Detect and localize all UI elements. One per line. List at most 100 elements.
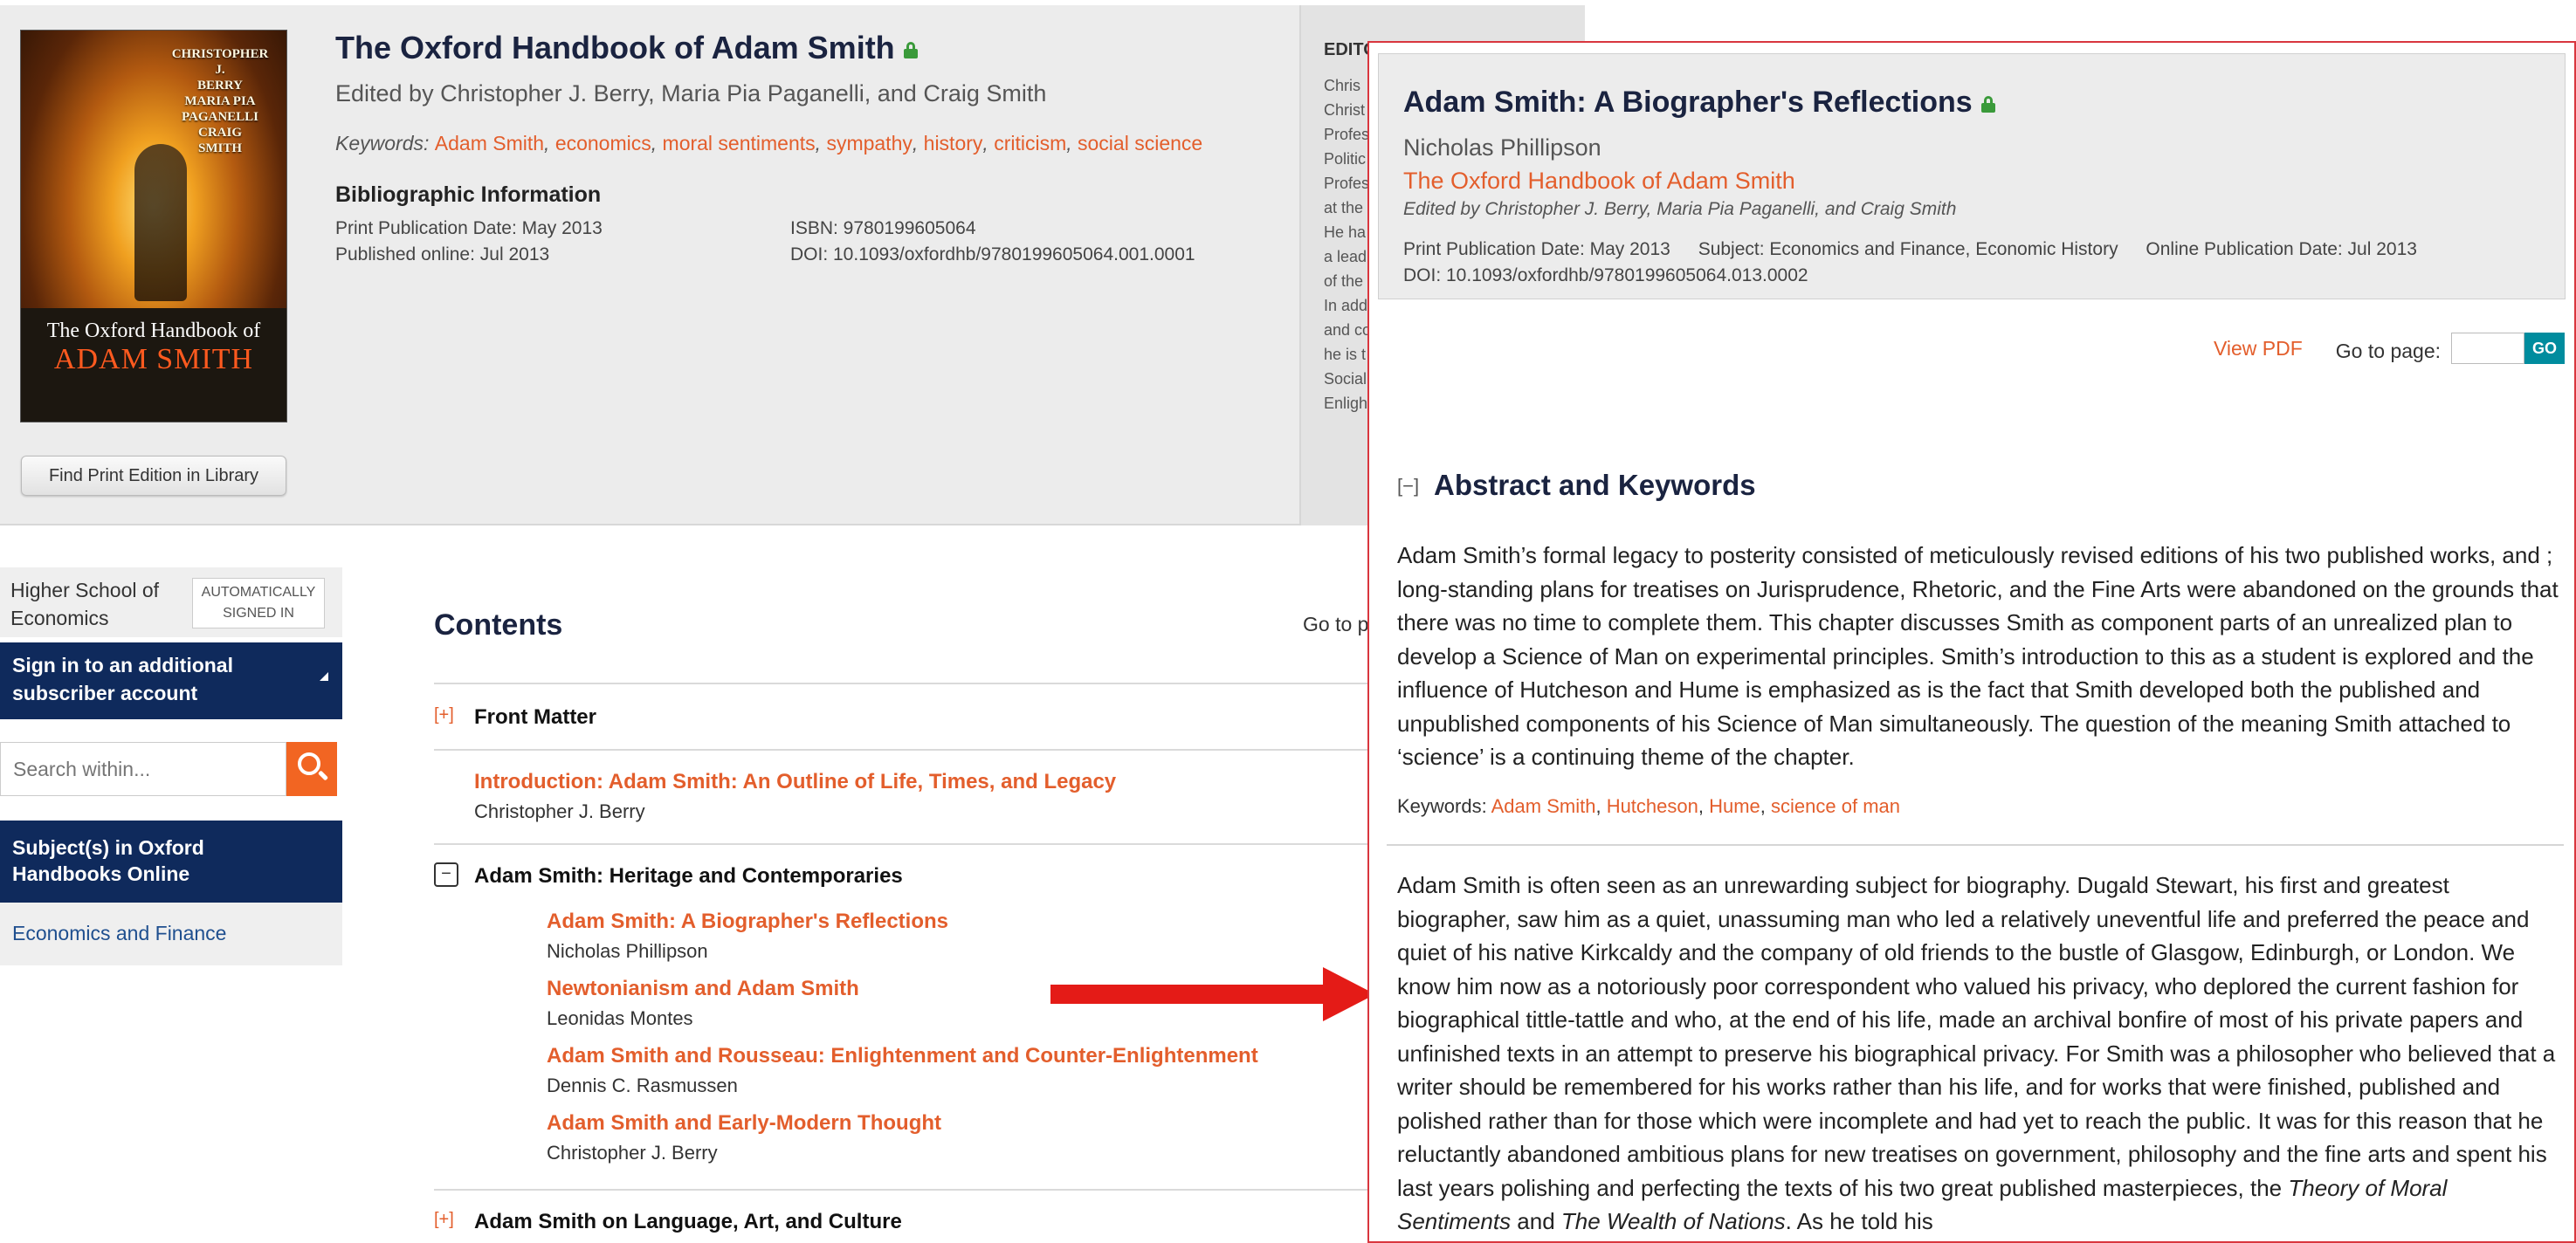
toc-chapter-author: Nicholas Phillipson bbox=[547, 940, 708, 962]
cover-title-big: ADAM SMITH bbox=[53, 343, 254, 375]
chapter-subject: Subject: Economics and Finance, Economic… bbox=[1698, 239, 2118, 259]
keyword-link[interactable]: economics bbox=[555, 132, 651, 155]
expand-corner-icon bbox=[320, 672, 328, 681]
print-publication-date: Print Publication Date: May 2013 bbox=[335, 218, 603, 238]
keyword-link[interactable]: history bbox=[924, 132, 983, 155]
keyword-link[interactable]: social science bbox=[1078, 132, 1202, 155]
cover-title-small: The Oxford Handbook of bbox=[46, 319, 261, 342]
chapter-header: Adam Smith: A Biographer's Reflections N… bbox=[1378, 53, 2566, 299]
annotation-arrow-icon bbox=[1050, 967, 1375, 1021]
auto-signed-in-badge: AUTOMATICALLY SIGNED IN bbox=[192, 578, 325, 628]
subjects-heading-block: Subject(s) in Oxford Handbooks Online bbox=[0, 821, 342, 903]
editors-panel-line: Christ bbox=[1324, 101, 1366, 119]
expand-part-toggle[interactable]: [+] bbox=[434, 1210, 454, 1230]
bibliographic-info-heading: Bibliographic Information bbox=[335, 182, 602, 207]
collapse-abstract-toggle[interactable]: [−] bbox=[1397, 475, 1419, 498]
contents-heading: Contents bbox=[434, 608, 563, 642]
toc-front-matter[interactable]: Front Matter bbox=[474, 705, 596, 730]
keywords-label: Keywords: bbox=[335, 132, 430, 155]
editors-panel-line: He ha bbox=[1324, 223, 1367, 241]
keywords-label: Keywords: bbox=[1397, 795, 1487, 817]
chapter-metadata: Print Publication Date: May 2013 Subject… bbox=[1403, 239, 2440, 260]
chapter-preview-popup: Adam Smith: A Biographer's Reflections N… bbox=[1367, 41, 2576, 1243]
left-sidebar: Higher School of Economics AUTOMATICALLY… bbox=[0, 567, 342, 965]
cover-name-line: MARIA PIA bbox=[184, 94, 256, 108]
work-title: The Wealth of Nations bbox=[1560, 1208, 1786, 1234]
toc-part-heritage[interactable]: Adam Smith: Heritage and Contemporaries bbox=[474, 864, 903, 889]
editors-panel-line: and co bbox=[1324, 321, 1372, 339]
expand-front-matter-toggle[interactable]: [+] bbox=[434, 705, 454, 725]
open-access-lock-icon bbox=[903, 42, 918, 59]
chapter-editors: Edited by Christopher J. Berry, Maria Pi… bbox=[1403, 199, 1957, 219]
keyword-link[interactable]: criticism bbox=[994, 132, 1066, 155]
published-online-date: Published online: Jul 2013 bbox=[335, 244, 550, 264]
section-divider bbox=[1387, 844, 2564, 846]
toc-divider bbox=[434, 749, 1377, 751]
keyword-link[interactable]: Adam Smith bbox=[435, 132, 544, 155]
toc-part-language[interactable]: Adam Smith on Language, Art, and Culture bbox=[474, 1210, 902, 1234]
editors-panel-line: Social bbox=[1324, 370, 1367, 388]
toc-divider bbox=[434, 843, 1377, 845]
body-paragraph: Adam Smith is often seen as an unrewardi… bbox=[1397, 872, 2556, 1201]
toc-chapter-author: Christopher J. Berry bbox=[547, 1142, 718, 1164]
keyword-link[interactable]: Hutcheson bbox=[1607, 795, 1698, 817]
chapter-doi: DOI: 10.1093/oxfordhb/9780199605064.013.… bbox=[1403, 265, 1808, 285]
contents-goto-page-label: Go to p bbox=[1303, 613, 1369, 635]
subject-link-economics[interactable]: Economics and Finance bbox=[12, 922, 226, 945]
goto-page-label: Go to page: bbox=[2335, 340, 2441, 362]
keyword-link[interactable]: science of man bbox=[1771, 795, 1900, 817]
keyword-link[interactable]: sympathy bbox=[826, 132, 912, 155]
editors-panel-line: Profes bbox=[1324, 175, 1370, 192]
keyword-link[interactable]: Adam Smith bbox=[1491, 795, 1596, 817]
editors-panel-line: Politic bbox=[1324, 150, 1367, 168]
book-keywords: Keywords: Adam Smith, economics, moral s… bbox=[335, 132, 1203, 155]
book-title-text: The Oxford Handbook of Adam Smith bbox=[335, 30, 895, 65]
editors-panel-line: In add bbox=[1324, 297, 1368, 314]
open-access-lock-icon bbox=[1980, 96, 1995, 113]
editors-panel-line: at the bbox=[1324, 199, 1364, 216]
search-within-input[interactable] bbox=[0, 742, 286, 796]
collapse-part-toggle[interactable]: − bbox=[434, 862, 458, 887]
editors-panel-line: Enligh bbox=[1324, 395, 1368, 412]
institution-name: Higher School of Economics bbox=[10, 579, 160, 629]
chapter-print-pub-date: Print Publication Date: May 2013 bbox=[1403, 239, 1670, 259]
editors-panel-line: a lead bbox=[1324, 248, 1367, 265]
chapter-book-link[interactable]: The Oxford Handbook of Adam Smith bbox=[1403, 168, 1795, 195]
chapter-body-text: Adam Smith is often seen as an unrewardi… bbox=[1397, 869, 2564, 1239]
chapter-author: Nicholas Phillipson bbox=[1403, 134, 1601, 161]
go-button[interactable]: GO bbox=[2524, 333, 2565, 364]
book-editors: Edited by Christopher J. Berry, Maria Pi… bbox=[335, 80, 1047, 106]
find-print-edition-button[interactable]: Find Print Edition in Library bbox=[21, 456, 286, 496]
keyword-link[interactable]: moral sentiments bbox=[663, 132, 816, 155]
toc-chapter-link[interactable]: Adam Smith: A Biographer's Reflections bbox=[547, 910, 948, 934]
book-cover-image[interactable]: CHRISTOPHER J. BERRY MARIA PIA PAGANELLI… bbox=[20, 30, 287, 422]
cover-name-line: CRAIG bbox=[197, 126, 242, 140]
cover-editor-names: CHRISTOPHER J. BERRY MARIA PIA PAGANELLI… bbox=[168, 46, 272, 156]
cover-name-line: BERRY bbox=[197, 79, 243, 93]
abstract-keywords: Keywords: Adam Smith, Hutcheson, Hume, s… bbox=[1397, 795, 1900, 817]
book-doi: DOI: 10.1093/oxfordhb/9780199605064.001.… bbox=[790, 244, 1195, 264]
search-within-row bbox=[0, 742, 342, 796]
view-pdf-link[interactable]: View PDF bbox=[2214, 337, 2303, 361]
toc-chapter-link-introduction[interactable]: Introduction: Adam Smith: An Outline of … bbox=[474, 770, 1116, 794]
chapter-title: Adam Smith: A Biographer's Reflections bbox=[1403, 86, 1995, 120]
toc-chapter-author: Christopher J. Berry bbox=[474, 800, 645, 822]
subject-list: Economics and Finance bbox=[0, 903, 342, 965]
abstract-text: Adam Smith’s formal legacy to posterity … bbox=[1397, 542, 2559, 770]
search-button[interactable] bbox=[286, 742, 337, 796]
abstract-heading: Abstract and Keywords bbox=[1434, 469, 1756, 501]
keyword-link[interactable]: Hume bbox=[1709, 795, 1760, 817]
book-isbn: ISBN: 9780199605064 bbox=[790, 218, 976, 238]
toc-divider bbox=[434, 683, 1377, 684]
signin-subscriber-button[interactable]: Sign in to an additional subscriber acco… bbox=[0, 642, 342, 719]
toc-divider bbox=[434, 1189, 1377, 1191]
toc-chapter-link[interactable]: Adam Smith and Early-Modern Thought bbox=[547, 1111, 941, 1136]
toc-chapter-link[interactable]: Adam Smith and Rousseau: Enlightenment a… bbox=[547, 1044, 1258, 1068]
chapter-title-text: Adam Smith: A Biographer's Reflections bbox=[1403, 86, 1973, 119]
editors-panel-line: of the bbox=[1324, 272, 1364, 290]
toc-chapter-link[interactable]: Newtonianism and Adam Smith bbox=[547, 977, 859, 1001]
body-connector: and bbox=[1511, 1208, 1561, 1234]
editors-panel-line: he is t bbox=[1324, 346, 1367, 363]
goto-page-input[interactable] bbox=[2451, 333, 2524, 364]
cover-name-line: PAGANELLI bbox=[181, 110, 259, 124]
